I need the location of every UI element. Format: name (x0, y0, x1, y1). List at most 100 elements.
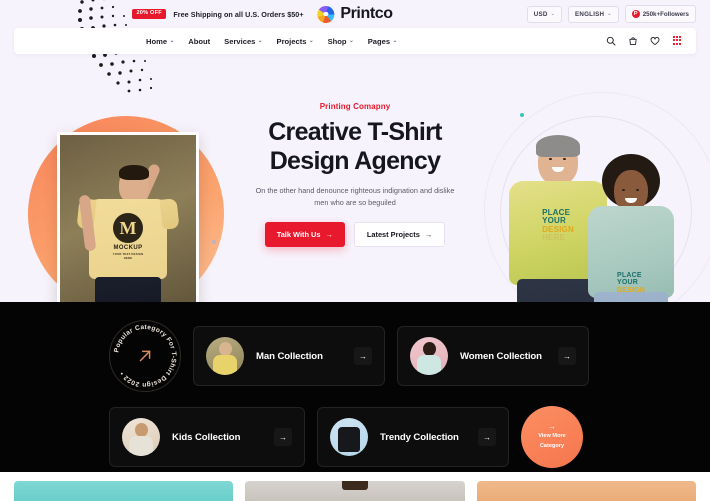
arrow-right-icon: → (325, 229, 333, 239)
nav-item-services[interactable]: Services ⌄ (224, 37, 262, 46)
grid-menu-icon[interactable] (672, 36, 682, 46)
talk-with-us-button[interactable]: Talk With Us → (264, 221, 345, 247)
model-figure: M MOCKUP YOUR TEXT DESIGN HERE (60, 161, 196, 302)
category-card-man[interactable]: Man Collection → (193, 326, 385, 386)
arrow-right-icon[interactable]: → (354, 347, 372, 365)
model-tshirt: M MOCKUP YOUR TEXT DESIGN HERE (89, 199, 167, 279)
main-navigation-bar: Home ⌄ About Services ⌄ Projects ⌄ Shop … (14, 28, 696, 54)
shirt-text-line-4: HERE (542, 233, 566, 243)
mockup-logo-mark: M (113, 213, 143, 243)
bag-icon[interactable] (628, 36, 638, 46)
model-jeans (95, 277, 161, 302)
button-label: Talk With Us (276, 229, 321, 239)
female-eye-left (622, 189, 625, 191)
female-jeans (594, 292, 668, 302)
nav-item-shop[interactable]: Shop ⌄ (328, 37, 354, 46)
logo-wordmark: Printco (340, 5, 393, 22)
nav-menu: Home ⌄ About Services ⌄ Projects ⌄ Shop … (146, 37, 397, 46)
dot-decoration (212, 240, 216, 244)
preview-card-3 (476, 481, 696, 501)
topbar-utilities: USD ⌄ ENGLISH ⌄ 250k+Followers (526, 5, 696, 23)
printco-landing-page: 20% OFF Free Shipping on all U.S. Orders… (0, 0, 710, 501)
mockup-logo-text: MOCKUP (113, 245, 143, 251)
chevron-down-icon: ⌄ (169, 38, 175, 44)
followers-link[interactable]: 250k+Followers (624, 5, 696, 23)
nav-item-home[interactable]: Home ⌄ (146, 37, 174, 46)
heart-icon[interactable] (650, 36, 660, 46)
hero-copy-block: Printing Comapny Creative T-Shirt Design… (240, 102, 470, 247)
site-logo[interactable]: Printco (317, 5, 393, 23)
hero-section: 20% OFF Free Shipping on all U.S. Orders… (0, 0, 710, 302)
chevron-down-icon: ⌄ (308, 38, 314, 44)
male-eye-right (563, 158, 566, 160)
category-label: Man Collection (256, 350, 323, 362)
pinterest-icon (631, 10, 640, 18)
latest-projects-button[interactable]: Latest Projects → (353, 221, 446, 247)
arrow-up-right-icon (139, 350, 151, 362)
followers-count: 250k+Followers (642, 10, 689, 18)
arrow-right-icon[interactable]: → (274, 428, 292, 446)
category-row-1: Popular Category For T-Shirt Design 2022… (14, 320, 696, 392)
mockup-logo-subtext: YOUR TEXT DESIGN HERE (112, 252, 144, 260)
preview-card-2 (245, 481, 465, 501)
female-model: PLACE YOUR DESIGN HERE (576, 154, 686, 302)
view-more-category-button[interactable]: → View More Category (521, 406, 583, 468)
avatar-shirt (129, 436, 153, 456)
avatar-head (422, 342, 436, 356)
arrow-right-icon: → (548, 422, 556, 432)
arrow-right-icon[interactable]: → (478, 428, 496, 446)
avatar-shirt (213, 355, 237, 375)
category-grid: Popular Category For T-Shirt Design 2022… (14, 320, 696, 468)
hero-eyebrow: Printing Comapny (319, 102, 391, 111)
nav-label: Pages (367, 36, 391, 46)
nav-item-projects[interactable]: Projects ⌄ (277, 37, 314, 46)
promo-discount-badge: 20% OFF (132, 8, 167, 20)
currency-label: USD (533, 10, 548, 18)
category-label: Trendy Collection (380, 431, 459, 443)
nav-item-pages[interactable]: Pages ⌄ (368, 37, 397, 46)
arrow-right-icon[interactable]: → (558, 347, 576, 365)
hero-left-photo: M MOCKUP YOUR TEXT DESIGN HERE (57, 132, 199, 302)
avatar-head (134, 423, 148, 437)
category-card-women[interactable]: Women Collection → (397, 326, 589, 386)
kid-avatar (122, 418, 160, 456)
arrow-right-icon: → (424, 229, 433, 239)
category-card-kids[interactable]: Kids Collection → (109, 407, 305, 467)
hero-button-row: Talk With Us → Latest Projects → (240, 221, 470, 247)
male-shirt-text: PLACE YOUR DESIGN HERE (542, 208, 574, 243)
nav-label: About (188, 36, 211, 46)
view-more-label-line-1: View More (538, 433, 566, 440)
chevron-down-icon: ⌄ (550, 11, 556, 17)
language-selector[interactable]: ENGLISH ⌄ (568, 5, 619, 23)
nav-label: Services (224, 36, 256, 46)
currency-selector[interactable]: USD ⌄ (526, 5, 563, 23)
avatar-tshirt-icon (338, 427, 360, 452)
page-title: Creative T-Shirt Design Agency (240, 118, 470, 176)
avatar-shirt (417, 355, 441, 375)
nav-icon-group (606, 36, 696, 46)
man-avatar (206, 337, 244, 375)
search-icon[interactable] (606, 36, 616, 46)
hero-body: M MOCKUP YOUR TEXT DESIGN HERE Printing … (0, 54, 710, 302)
promo-shipping-text: Free Shipping on all U.S. Orders $50+ (173, 9, 304, 19)
chevron-down-icon: ⌄ (607, 11, 612, 17)
female-eye-right (636, 189, 639, 191)
hero-paragraph: On the other hand denounce righteous ind… (255, 186, 455, 207)
next-section-preview (0, 472, 710, 501)
nav-label: Shop (327, 36, 347, 46)
popular-category-badge: Popular Category For T-Shirt Design 2022… (109, 320, 181, 392)
hero-title-line-1: Creative T-Shirt (268, 118, 442, 146)
category-card-trendy[interactable]: Trendy Collection → (317, 407, 509, 467)
hero-right-photo: PLACE YOUR DESIGN HERE PLACE YOUR DESIGN (478, 92, 710, 302)
nav-label: Projects (276, 36, 307, 46)
model-hair (119, 165, 149, 180)
nav-label: Home (146, 36, 168, 46)
woman-avatar (410, 337, 448, 375)
shirt-text-line-1: PLACE (616, 272, 642, 279)
preview-card-1 (14, 481, 234, 501)
tshirt-avatar (330, 418, 368, 456)
female-smile (625, 198, 637, 203)
male-eye-left (549, 158, 552, 160)
teal-dot-decoration (520, 113, 524, 117)
nav-item-about[interactable]: About (188, 37, 210, 46)
